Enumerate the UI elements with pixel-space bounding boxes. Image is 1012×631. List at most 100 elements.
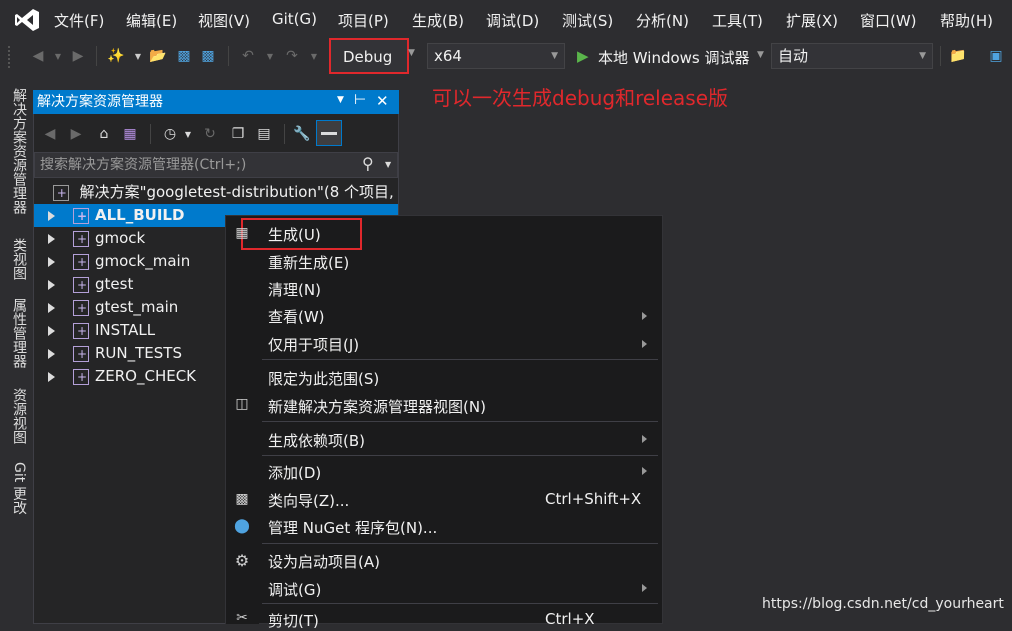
back-dropdown-icon[interactable]: ▼ <box>48 46 68 66</box>
ctx-project-only[interactable]: 仅用于项目(J) <box>268 334 359 355</box>
cut-scissors-icon: ✂ <box>236 610 248 626</box>
new-dropdown-icon[interactable]: ▼ <box>128 46 148 66</box>
search-icon[interactable]: ⚲ <box>362 154 374 173</box>
se-back-icon[interactable]: ◀ <box>40 124 60 144</box>
undo-icon[interactable]: ↶ <box>238 46 258 66</box>
switch-views-icon[interactable]: ▦ <box>120 124 140 144</box>
redo-dropdown-icon[interactable]: ▼ <box>304 46 324 66</box>
redo-icon[interactable]: ↷ <box>282 46 302 66</box>
solution-node[interactable]: 解决方案"googletest-distribution"(8 个项目, <box>34 181 398 204</box>
sync-icon[interactable]: ↻ <box>200 124 220 144</box>
ctx-cut-shortcut: Ctrl+X <box>545 610 595 628</box>
left-tab-git-changes[interactable]: Git 更改 <box>8 462 30 522</box>
menu-view[interactable]: 视图(V) <box>198 10 250 31</box>
cpp-project-icon <box>73 320 89 342</box>
menu-help[interactable]: 帮助(H) <box>940 10 993 31</box>
menu-extensions[interactable]: 扩展(X) <box>786 10 838 31</box>
context-menu-separator <box>262 421 658 422</box>
ctx-debug[interactable]: 调试(G) <box>268 579 321 600</box>
menu-tools[interactable]: 工具(T) <box>712 10 763 31</box>
search-options-chevron-down-icon[interactable]: ▼ <box>385 160 391 169</box>
se-forward-icon[interactable]: ▶ <box>66 124 86 144</box>
find-in-files-icon[interactable]: 📁 <box>948 46 968 66</box>
project-label: gmock_main <box>95 252 191 270</box>
show-all-files-icon[interactable]: ▤ <box>254 124 274 144</box>
pin-icon[interactable]: ⊢ <box>354 92 366 108</box>
preview-selected-items-button[interactable] <box>316 120 342 146</box>
home-icon[interactable]: ⌂ <box>94 124 114 144</box>
menu-build[interactable]: 生成(B) <box>412 10 464 31</box>
submenu-arrow-icon <box>642 312 647 320</box>
expand-arrow-icon[interactable] <box>48 256 55 267</box>
menu-window[interactable]: 窗口(W) <box>860 10 917 31</box>
ctx-set-startup-project[interactable]: 设为启动项目(A) <box>268 551 380 572</box>
menu-edit[interactable]: 编辑(E) <box>126 10 177 31</box>
forward-icon[interactable]: ▶ <box>68 46 88 66</box>
cpp-project-icon <box>73 205 89 227</box>
save-all-icon[interactable]: ▩ <box>198 46 218 66</box>
menu-debug[interactable]: 调试(D) <box>486 10 539 31</box>
expand-arrow-icon[interactable] <box>48 210 55 221</box>
submenu-arrow-icon <box>642 467 647 475</box>
solution-icon <box>52 182 69 204</box>
menu-git[interactable]: Git(G) <box>272 10 317 28</box>
left-tab-resource-view[interactable]: 资源视图 <box>8 388 30 450</box>
ctx-clean[interactable]: 清理(N) <box>268 279 321 300</box>
left-tab-class-view[interactable]: 类视图 <box>8 238 30 288</box>
run-target-chevron-down-icon[interactable]: ▼ <box>757 50 764 60</box>
preview-icon <box>321 132 337 135</box>
configuration-chevron-down-icon[interactable]: ▼ <box>408 48 415 58</box>
pending-changes-filter-icon[interactable]: ◷ <box>160 124 180 144</box>
expand-arrow-icon[interactable] <box>48 279 55 290</box>
close-icon[interactable]: ✕ <box>376 92 389 110</box>
menu-test[interactable]: 测试(S) <box>562 10 613 31</box>
window-layout-icon[interactable]: ▣ <box>986 46 1006 66</box>
start-debug-play-icon[interactable]: ▶ <box>577 47 589 65</box>
expand-arrow-icon[interactable] <box>48 348 55 359</box>
ctx-manage-nuget[interactable]: 管理 NuGet 程序包(N)... <box>268 517 437 538</box>
expand-arrow-icon[interactable] <box>48 302 55 313</box>
cpp-project-icon <box>73 251 89 273</box>
save-icon[interactable]: ▩ <box>174 46 194 66</box>
toolbar-grip-icon <box>8 46 16 68</box>
collapse-all-icon[interactable]: ❐ <box>228 124 248 144</box>
configuration-value: Debug <box>343 48 393 66</box>
expand-arrow-icon[interactable] <box>48 371 55 382</box>
expand-arrow-icon[interactable] <box>48 325 55 336</box>
undo-dropdown-icon[interactable]: ▼ <box>260 46 280 66</box>
ctx-rebuild[interactable]: 重新生成(E) <box>268 252 349 273</box>
back-icon[interactable]: ◀ <box>28 46 48 66</box>
ctx-class-wizard[interactable]: 类向导(Z)... <box>268 490 349 511</box>
open-folder-icon[interactable]: 📂 <box>148 46 168 66</box>
left-tab-property-manager[interactable]: 属性管理器 <box>8 298 30 374</box>
project-label: gtest_main <box>95 298 179 316</box>
ctx-build-dependencies[interactable]: 生成依赖项(B) <box>268 430 365 451</box>
run-target-button[interactable]: 本地 Windows 调试器 <box>598 47 750 68</box>
solution-search-input[interactable]: 搜索解决方案资源管理器(Ctrl+;) <box>34 152 398 178</box>
expand-arrow-icon[interactable] <box>48 233 55 244</box>
properties-wrench-icon[interactable]: 🔧 <box>292 124 312 144</box>
configuration-dropdown[interactable]: Debug <box>329 38 409 74</box>
menu-file[interactable]: 文件(F) <box>54 10 104 31</box>
project-label: RUN_TESTS <box>95 344 182 362</box>
cpp-project-icon <box>73 274 89 296</box>
ctx-scope-to-this[interactable]: 限定为此范围(S) <box>268 368 379 389</box>
ctx-view[interactable]: 查看(W) <box>268 306 325 327</box>
left-tab-solution-explorer[interactable]: 解决方案资源管理器 <box>8 88 30 224</box>
solution-explorer-title: 解决方案资源管理器 <box>37 94 163 110</box>
ctx-cut[interactable]: 剪切(T) <box>268 610 319 631</box>
menu-analyze[interactable]: 分析(N) <box>636 10 689 31</box>
ctx-build[interactable]: 生成(U) <box>268 224 321 245</box>
run-mode-dropdown[interactable]: 自动 ▼ <box>771 43 933 69</box>
cpp-project-icon <box>73 366 89 388</box>
new-project-icon[interactable]: ✨ <box>106 46 126 66</box>
new-explorer-view-icon: ◫ <box>235 396 249 412</box>
menu-project[interactable]: 项目(P) <box>338 10 389 31</box>
ctx-add[interactable]: 添加(D) <box>268 462 321 483</box>
filter-dropdown-icon[interactable]: ▼ <box>178 124 198 144</box>
settings-gear-icon: ⚙ <box>234 550 250 570</box>
platform-dropdown[interactable]: x64 ▼ <box>427 43 565 69</box>
solution-explorer-titlebar: 解决方案资源管理器 <box>33 90 399 114</box>
panel-menu-chevron-down-icon[interactable]: ▼ <box>337 95 344 105</box>
ctx-new-explorer-view[interactable]: 新建解决方案资源管理器视图(N) <box>268 396 486 417</box>
